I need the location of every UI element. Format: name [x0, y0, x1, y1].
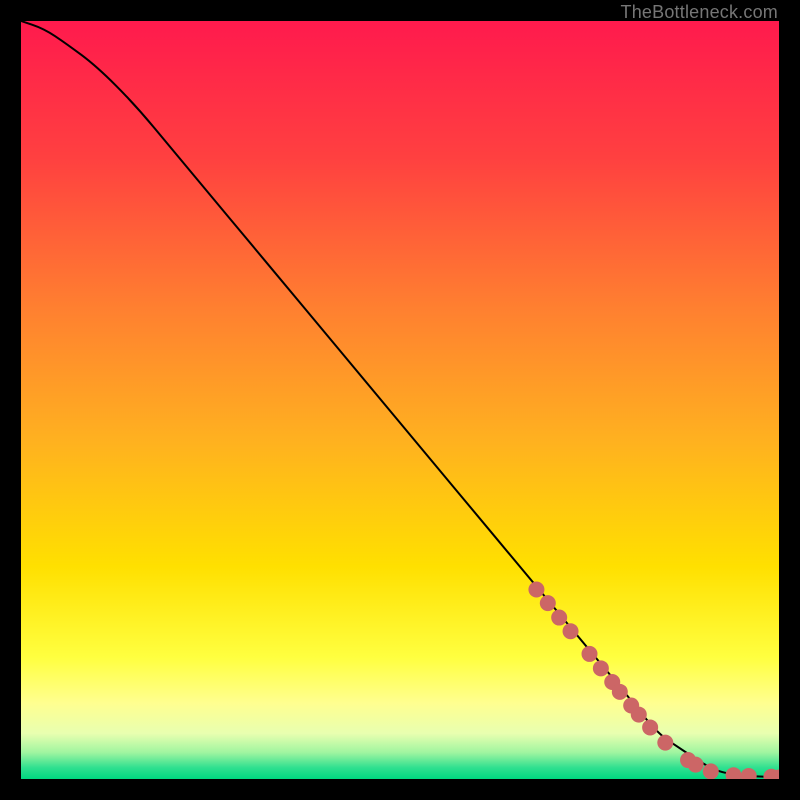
data-marker [540, 595, 556, 611]
chart-svg [21, 21, 779, 779]
data-marker [528, 582, 544, 598]
data-marker [688, 757, 704, 773]
gradient-background [21, 21, 779, 779]
data-marker [551, 610, 567, 626]
data-marker [657, 735, 673, 751]
plot-area [21, 21, 779, 779]
data-marker [563, 623, 579, 639]
data-marker [582, 646, 598, 662]
data-marker [642, 719, 658, 735]
attribution-text: TheBottleneck.com [621, 2, 778, 23]
data-marker [593, 660, 609, 676]
chart-frame: TheBottleneck.com [0, 0, 800, 800]
data-marker [703, 763, 719, 779]
data-marker [631, 707, 647, 723]
data-marker [612, 684, 628, 700]
